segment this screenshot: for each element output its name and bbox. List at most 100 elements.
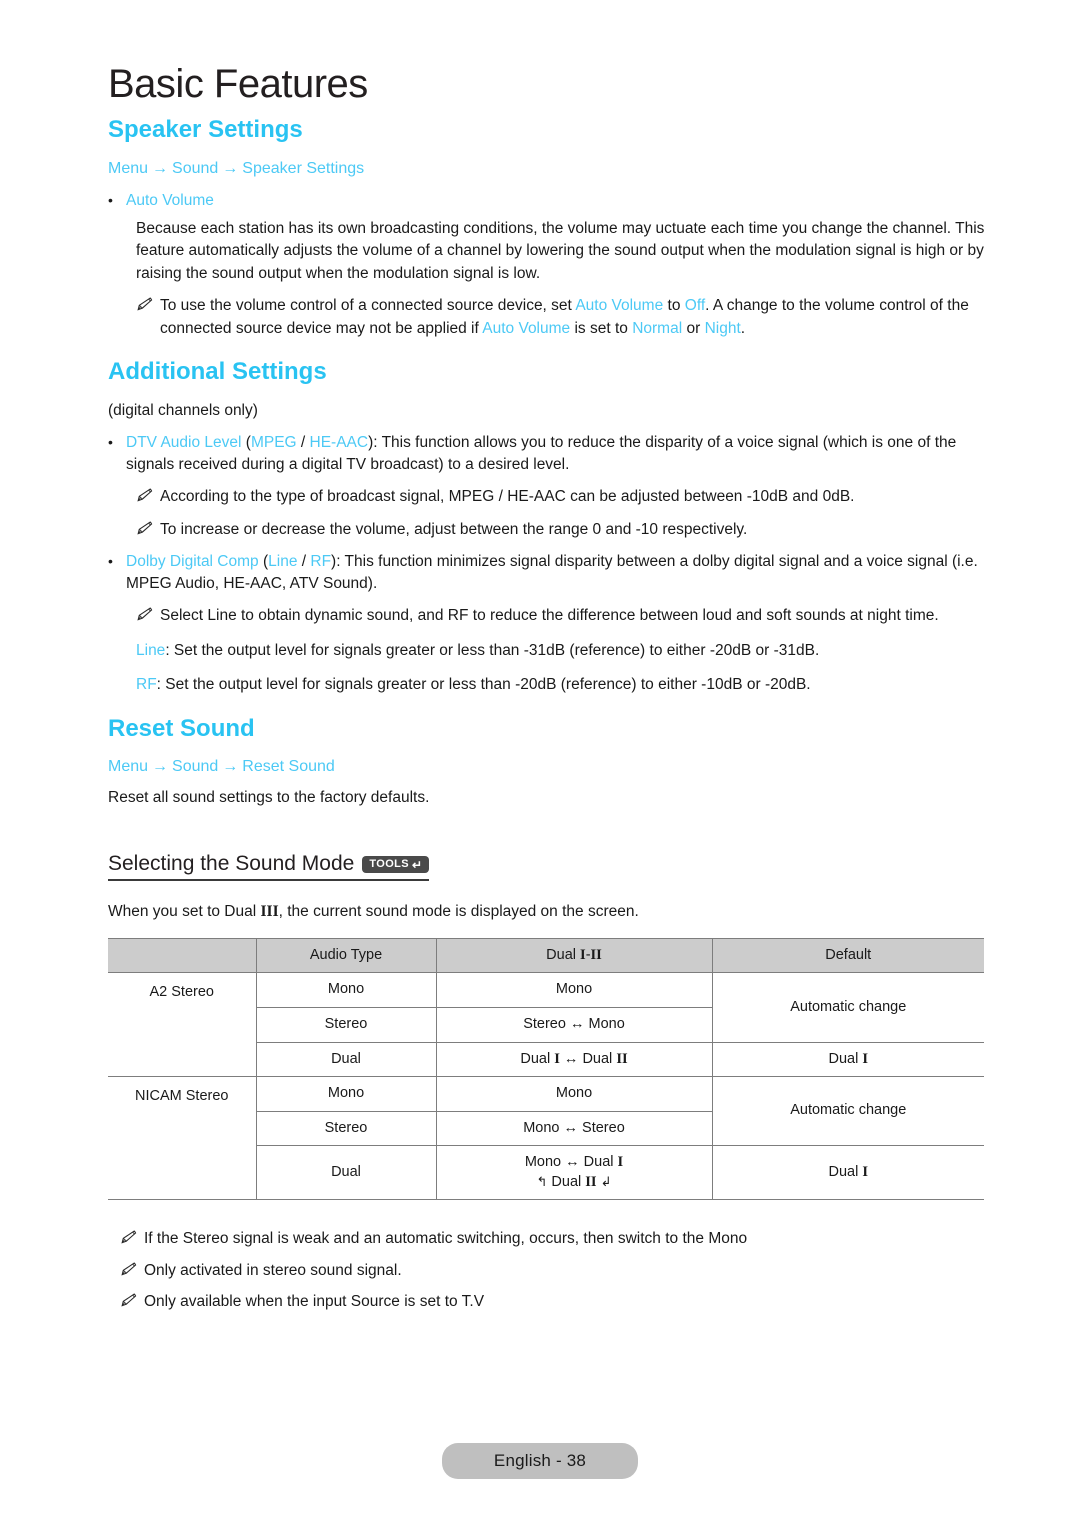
breadcrumb-item-sound: Sound	[172, 758, 219, 776]
pencil-note-icon	[136, 295, 160, 312]
inline-value-rf: RF	[136, 676, 157, 694]
inline-value-he-aac: HE-AAC	[309, 434, 369, 452]
bullet-dolby-digital-comp: • Dolby Digital Comp (Line / RF): This f…	[108, 551, 1008, 595]
table-cell-group-a2-stereo: A2 Stereo	[108, 972, 257, 1078]
page-footer: English - 38	[0, 1443, 1080, 1479]
table-header-default: Default	[711, 937, 984, 974]
pencil-note-icon	[136, 486, 160, 503]
note-seg: (	[241, 434, 251, 452]
table-cell-audio-type: Stereo	[255, 1110, 437, 1147]
table-header-row: Audio Type Dual I-II Default	[108, 937, 984, 974]
arrow-up-left-icon: ↰	[536, 1173, 548, 1189]
note-seg: To use the volume control of a connected…	[160, 297, 576, 315]
pencil-note-icon	[120, 1260, 144, 1277]
subheading-selecting-sound-mode-wrap: Selecting the Sound Mode TOOLS ↵	[108, 851, 429, 882]
table-footnotes: If the Stereo signal is weak and an auto…	[108, 1228, 1008, 1313]
note-select-line-rf: Select Line to obtain dynamic sound, and…	[108, 605, 1008, 627]
section-heading-additional-settings: Additional Settings	[108, 358, 327, 386]
note-seg: ):	[331, 553, 345, 571]
pencil-note-icon	[120, 1228, 144, 1245]
breadcrumb-item-sound: Sound	[172, 159, 219, 177]
table-cell-audio-type: Dual	[255, 1145, 437, 1201]
subheading-selecting-sound-mode: Selecting the Sound Mode TOOLS ↵	[108, 851, 429, 876]
bullet-label-auto-volume: Auto Volume	[126, 191, 214, 209]
breadcrumb-item-menu: Menu	[108, 758, 149, 776]
definition-rf-body: : Set the output level for signals great…	[156, 676, 811, 694]
note-text-volume-range: To increase or decrease the volume, adju…	[160, 520, 748, 538]
breadcrumb-arrow-icon: →	[152, 159, 169, 177]
inline-value-off: Off	[684, 297, 706, 315]
note-seg: ):	[368, 434, 382, 452]
subheading-label: Selecting the Sound Mode	[108, 852, 355, 876]
intro-seg: When you set to Dual	[108, 903, 261, 921]
note-text-select-line-rf: Select Line to obtain dynamic sound, and…	[160, 607, 939, 625]
note-volume-range: To increase or decrease the volume, adju…	[108, 519, 1008, 541]
note-seg: or	[682, 319, 705, 337]
inline-setting-auto-volume: Auto Volume	[482, 319, 571, 337]
note-text-auto-volume: To use the volume control of a connected…	[160, 295, 1008, 340]
roman-numeral-two: II	[266, 903, 279, 921]
table-header-dual: Dual I-II	[435, 937, 713, 974]
bullet-dtv-audio-level: • DTV Audio Level (MPEG / HE-AAC): This …	[108, 432, 1008, 476]
arrow-down-left-icon: ↲	[600, 1173, 612, 1189]
table-row: A2 Stereo Mono Mono Automatic change	[108, 972, 984, 1078]
roman-numeral-two: II	[590, 946, 602, 963]
inline-value-rf: RF	[310, 553, 332, 571]
table-cell-dual: Mono	[435, 1076, 713, 1112]
roman-numeral-two: II	[585, 1173, 597, 1190]
inline-setting-auto-volume: Auto Volume	[575, 297, 664, 315]
inline-value-normal: Normal	[632, 319, 683, 337]
inline-value-line: Line	[136, 641, 166, 659]
roman-numeral-one: I	[617, 1154, 624, 1171]
note-seg: /	[296, 434, 310, 452]
note-seg: .	[740, 319, 746, 337]
breadcrumb-arrow-icon: →	[152, 758, 169, 776]
note-seg: to	[663, 297, 685, 315]
inline-value-mpeg: MPEG	[250, 434, 297, 452]
roman-numeral-two: II	[616, 1050, 628, 1067]
definition-rf: RF: Set the output level for signals gre…	[108, 674, 1008, 696]
note-mpeg-he-aac-range: According to the type of broadcast signa…	[108, 486, 1008, 508]
table-cell-dual-multiline: Mono ↔ Dual I ↰ Dual II ↲	[435, 1145, 713, 1201]
definition-line: Line: Set the output level for signals g…	[108, 640, 1008, 662]
footnote-source-tv: Only available when the input Source is …	[108, 1291, 1008, 1313]
table-cell-default: Automatic change	[711, 1076, 984, 1147]
bullet-auto-volume: • Auto Volume	[108, 190, 1008, 212]
breadcrumb-reset-sound: Menu → Sound → Reset Sound	[108, 756, 1008, 778]
paragraph-auto-volume-description: Because each station has its own broadca…	[136, 219, 985, 282]
table-cell-dual: Mono	[435, 972, 713, 1008]
footnote-stereo-only: Only activated in stereo sound signal.	[108, 1260, 1008, 1282]
section-heading-speaker-settings: Speaker Settings	[108, 116, 303, 143]
paragraph-reset-sound-body: Reset all sound settings to the factory …	[108, 788, 430, 806]
note-seg: /	[297, 553, 311, 571]
inline-setting-dtv-audio-level: DTV Audio Level	[126, 434, 242, 452]
footnote-stereo-weak: If the Stereo signal is weak and an auto…	[108, 1228, 1008, 1250]
table-header-audio-type: Audio Type	[255, 937, 437, 974]
breadcrumb-arrow-icon: →	[222, 758, 239, 776]
table-cell-audio-type: Dual	[255, 1041, 437, 1078]
paragraph-digital-channels-only: (digital channels only)	[108, 401, 258, 419]
table-row: NICAM Stereo Mono Mono Automatic change	[108, 1076, 984, 1201]
page-title: Basic Features	[108, 62, 368, 106]
table-cell-audio-type: Mono	[255, 1076, 437, 1112]
table-cell-default: Automatic change	[711, 972, 984, 1043]
roman-numeral-one: I	[862, 1050, 868, 1067]
bullet-dot-icon: •	[108, 553, 113, 570]
roman-numeral-one: I	[862, 1164, 868, 1180]
breadcrumb-item-reset-sound: Reset Sound	[242, 758, 335, 776]
tools-badge[interactable]: TOOLS ↵	[362, 856, 429, 874]
breadcrumb-arrow-icon: →	[222, 159, 239, 177]
breadcrumb-speaker-settings: Menu → Sound → Speaker Settings	[108, 158, 1008, 180]
inline-value-night: Night	[704, 319, 741, 337]
table-cell-dual: Dual I ↔ Dual II	[435, 1041, 713, 1078]
table-cell-dual: Mono ↔ Stereo	[435, 1110, 712, 1147]
bullet-text-dolby-digital-comp: Dolby Digital Comp (Line / RF): This fun…	[126, 551, 1008, 595]
document-page: Basic Features Speaker Settings Menu → Sou…	[0, 0, 1080, 1519]
breadcrumb-item-speaker-settings: Speaker Settings	[242, 159, 365, 177]
table-cell-default: Dual I	[711, 1041, 984, 1078]
roman-numeral-one: I	[554, 1050, 560, 1067]
header-dual-prefix: Dual	[546, 946, 581, 963]
footnote-text: Only activated in stereo sound signal.	[144, 1261, 402, 1279]
intro-seg: , the current sound mode is displayed on…	[278, 903, 639, 921]
table-header-blank	[108, 937, 257, 974]
